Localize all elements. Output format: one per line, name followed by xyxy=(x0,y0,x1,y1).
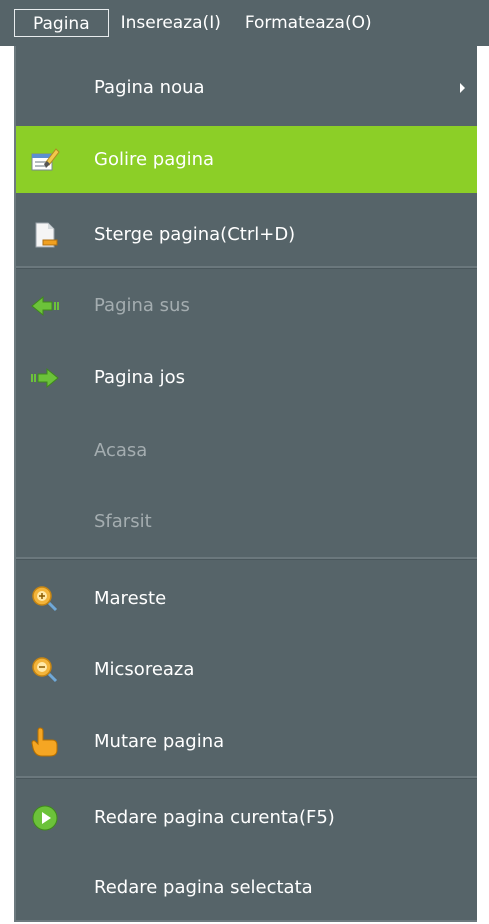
menu-separator xyxy=(16,776,477,779)
menu-item-label: Pagina jos xyxy=(94,367,186,388)
menu-insereaza[interactable]: Insereaza(I) xyxy=(109,9,233,37)
menu-item-acasa[interactable]: Acasa xyxy=(16,417,477,484)
menu-item-golire-pagina[interactable]: Golire pagina xyxy=(16,126,477,193)
menu-item-mutare-pagina[interactable]: Mutare pagina xyxy=(16,708,477,775)
menu-item-label: Micsoreaza xyxy=(94,659,195,680)
menu-item-pagina-jos[interactable]: Pagina jos xyxy=(16,344,477,411)
zoom-out-icon xyxy=(30,655,60,685)
menu-item-label: Pagina noua xyxy=(94,77,205,98)
hand-pointer-icon xyxy=(30,726,60,757)
arrow-right-icon xyxy=(30,363,60,393)
menu-item-pagina-noua[interactable]: Pagina noua xyxy=(16,54,477,121)
menu-item-mareste[interactable]: Mareste xyxy=(16,565,477,632)
menu-formateaza[interactable]: Formateaza(O) xyxy=(233,9,372,37)
arrow-left-icon xyxy=(30,291,60,321)
menu-item-label: Mutare pagina xyxy=(94,731,225,752)
pagina-dropdown-menu: Pagina noua Golire pagina Sterge pagina(… xyxy=(14,46,477,922)
menu-item-label: Sfarsit xyxy=(94,511,152,532)
menu-item-label: Sterge pagina(Ctrl+D) xyxy=(94,224,296,245)
menu-item-label: Mareste xyxy=(94,588,167,609)
delete-page-icon xyxy=(30,220,60,250)
menu-item-micsoreaza[interactable]: Micsoreaza xyxy=(16,636,477,703)
menu-item-sfarsit[interactable]: Sfarsit xyxy=(16,488,477,555)
menu-item-redare-pagina-curenta[interactable]: Redare pagina curenta(F5) xyxy=(16,784,477,851)
menu-item-pagina-sus[interactable]: Pagina sus xyxy=(16,272,477,339)
menu-item-sterge-pagina[interactable]: Sterge pagina(Ctrl+D) xyxy=(16,201,477,268)
submenu-arrow-icon xyxy=(460,82,465,93)
play-icon xyxy=(30,803,60,833)
menu-item-label: Golire pagina xyxy=(94,149,215,170)
menu-item-redare-pagina-selectata[interactable]: Redare pagina selectata xyxy=(16,854,477,921)
menu-separator xyxy=(16,266,477,269)
menu-item-label: Acasa xyxy=(94,440,148,461)
menu-separator xyxy=(16,557,477,560)
menu-pagina[interactable]: Pagina xyxy=(14,9,109,37)
menu-item-label: Redare pagina curenta(F5) xyxy=(94,807,335,828)
menu-item-label: Redare pagina selectata xyxy=(94,877,313,898)
menu-item-label: Pagina sus xyxy=(94,295,190,316)
clear-page-icon xyxy=(30,145,60,175)
menu-bar: Pagina Insereaza(I) Formateaza(O) xyxy=(0,0,489,46)
zoom-in-icon xyxy=(30,584,60,614)
